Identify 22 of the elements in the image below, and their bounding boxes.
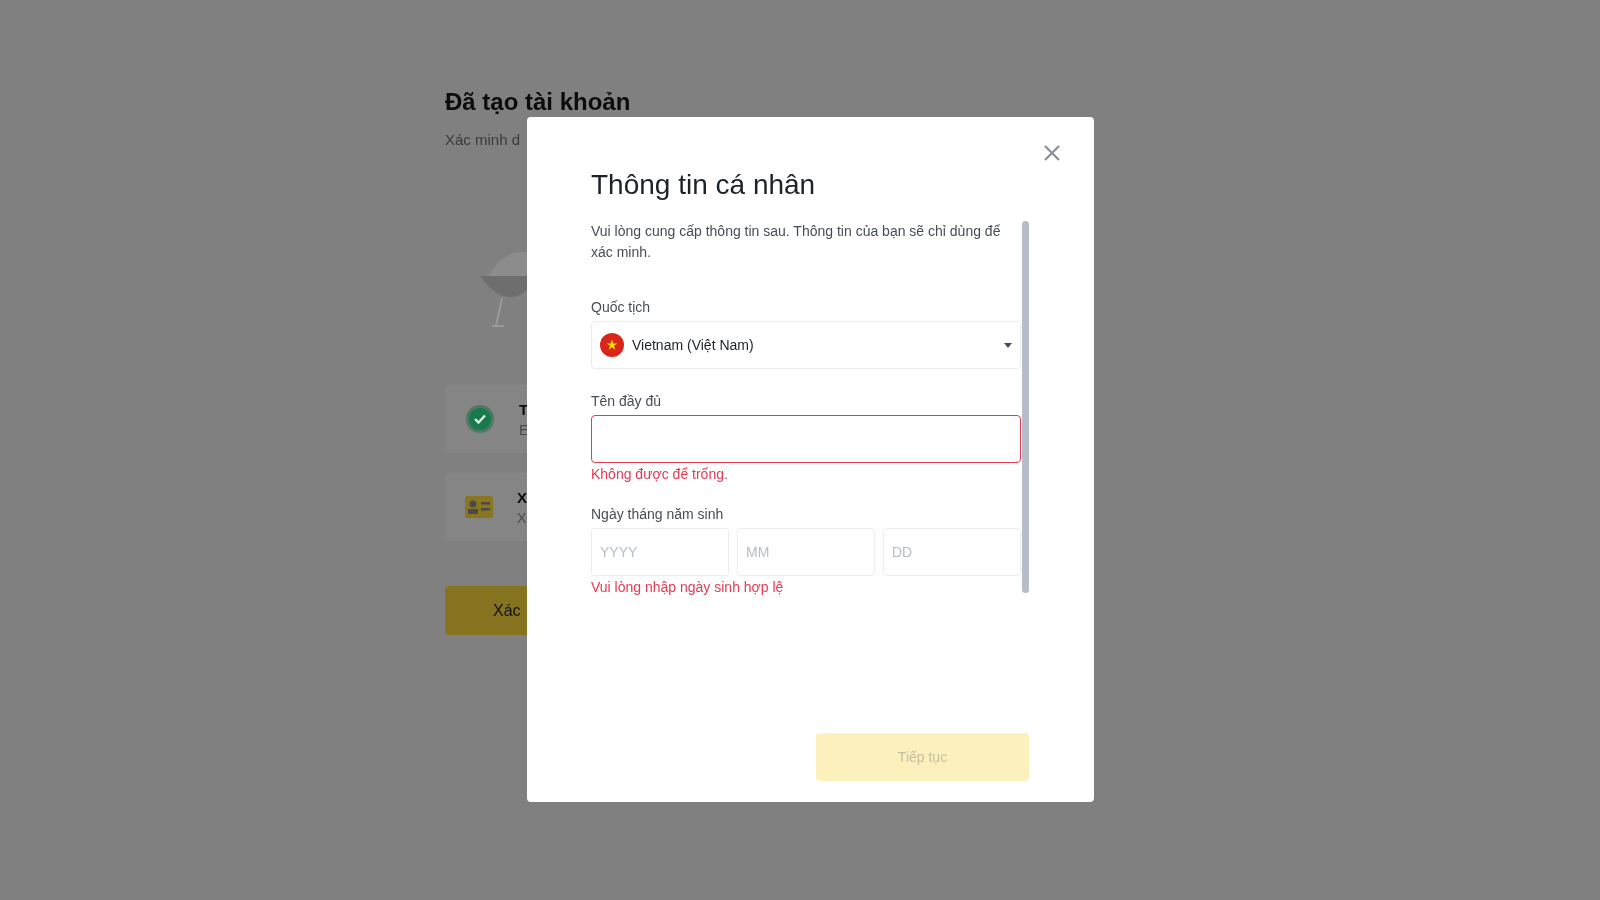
day-field[interactable]: DD [883,528,1021,576]
intro-text: Vui lòng cung cấp thông tin sau. Thông tin của bạn sẽ chỉ dùng để xác minh. [591,222,1002,262]
nationality-dropdown[interactable]: Vietnam (Việt Nam) [591,321,1021,369]
step-description: E [519,421,529,438]
field-label: Ngày tháng năm sinh [591,506,724,522]
step-description: X [517,509,527,526]
id-card-icon [465,496,493,518]
page-title: Đã tạo tài khoản [445,88,631,116]
dialog-title: Thông tin cá nhân [591,169,816,201]
field-label: Tên đầy đủ [591,393,662,409]
error-message: Vui lòng nhập ngày sinh hợp lệ [591,579,784,595]
error-message: Không được để trống. [591,466,728,482]
page-subtitle: Xác minh d [445,131,521,148]
field-label: Quốc tịch [591,299,651,315]
flag-icon [600,333,624,357]
check-icon [465,404,495,434]
year-field[interactable]: YYYY [591,528,729,576]
month-field[interactable]: MM [737,528,875,576]
step-title: X [517,488,527,506]
scrollbar[interactable] [1022,221,1029,593]
caret-icon [1004,342,1012,348]
full-name-field[interactable] [591,415,1021,463]
